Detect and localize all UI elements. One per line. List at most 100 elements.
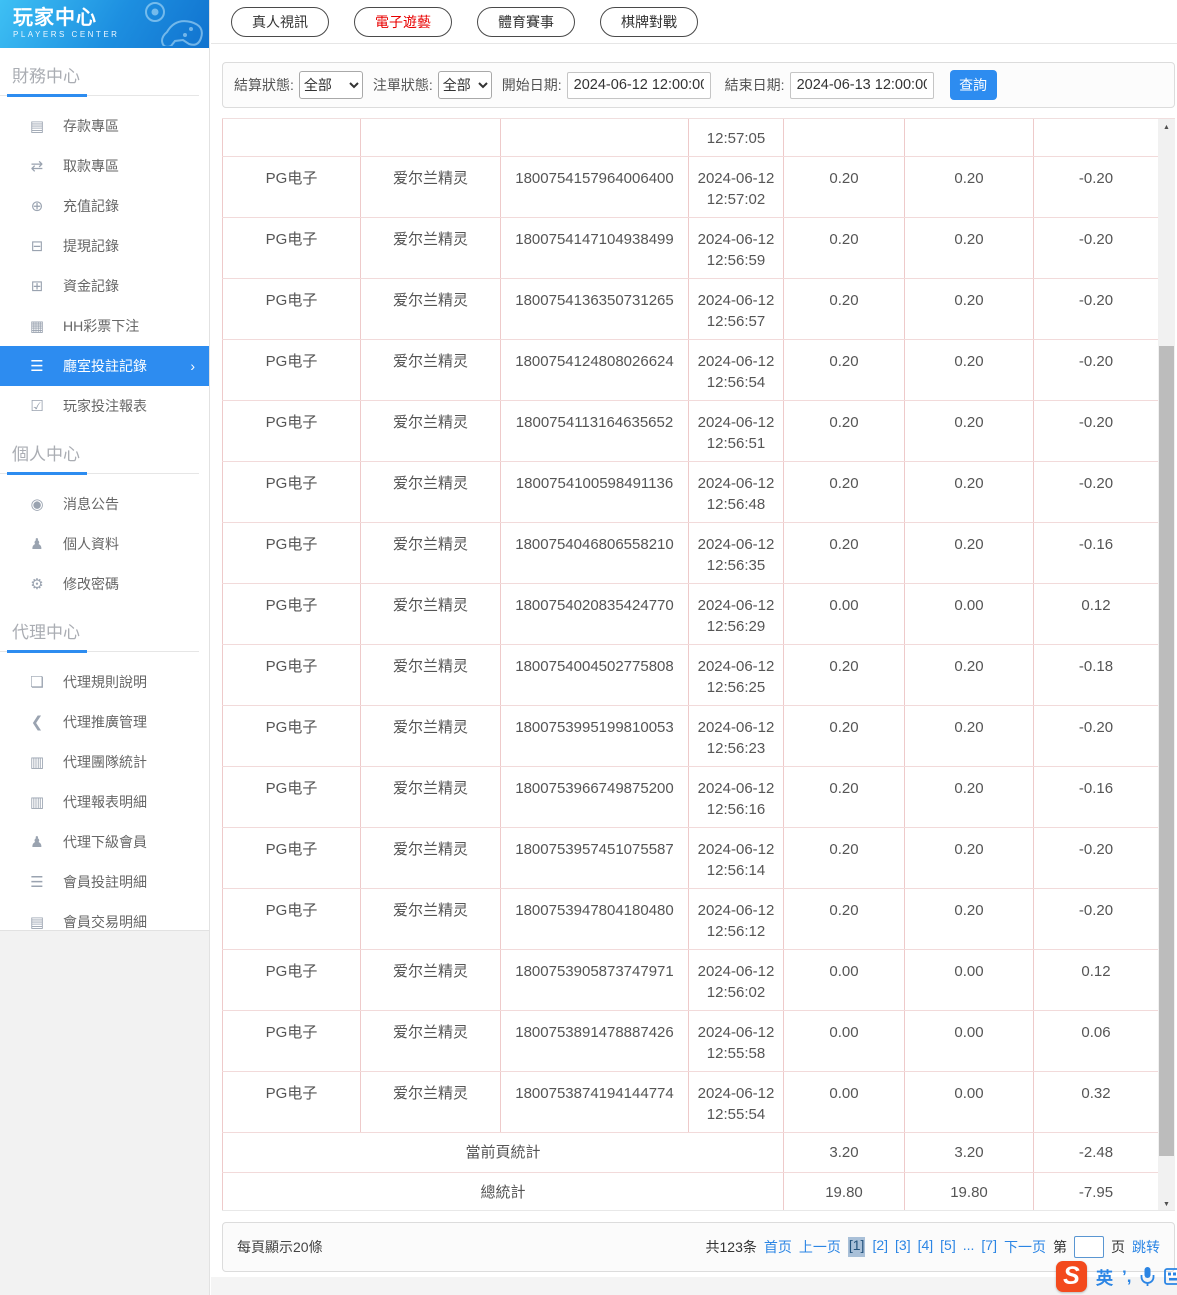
sidebar-item-announcement-bell[interactable]: ◉ 消息公告 › (0, 484, 209, 524)
cell-bet-amount: 0.00 (783, 583, 905, 645)
cell-platform: PG电子 (222, 1071, 361, 1133)
table-row-partial: 12:57:05 (222, 119, 1159, 157)
sidebar-item-deposit-card[interactable]: ▤ 存款專區 › (0, 106, 209, 146)
microphone-icon[interactable] (1140, 1266, 1155, 1287)
cell-order-id: 1800753947804180480 (500, 888, 689, 950)
start-date-input[interactable] (566, 71, 711, 99)
cell-order-id: 1800754046806558210 (500, 522, 689, 584)
sidebar-section-title: 代理中心 (12, 623, 80, 642)
sidebar-item-player-report[interactable]: ☑ 玩家投注報表 › (0, 386, 209, 426)
cell-platform: PG电子 (222, 1010, 361, 1072)
sidebar-section-title: 財務中心 (12, 67, 80, 86)
cell-datetime: 2024-06-12 12:55:54 (688, 1071, 784, 1133)
pagination-link[interactable]: 上一页 (799, 1237, 841, 1257)
member-transaction-icon: ▤ (29, 914, 45, 931)
sidebar-item-agent-promo-share[interactable]: ❮ 代理推廣管理 › (0, 702, 209, 742)
pagination-link[interactable]: [4] (918, 1237, 934, 1257)
scrollbar-thumb[interactable] (1159, 346, 1174, 1156)
sidebar-item-member-bet-detail[interactable]: ☰ 會員投註明細 › (0, 862, 209, 902)
bottom-background-strip (211, 1277, 1177, 1295)
sidebar-item-agent-report-detail[interactable]: ▥ 代理報表明細 › (0, 782, 209, 822)
sidebar-item-profile-person[interactable]: ♟ 個人資料 › (0, 524, 209, 564)
end-date-input[interactable] (789, 71, 934, 99)
ime-punctuation-toggle[interactable]: ’, (1122, 1267, 1131, 1287)
cell-valid-amount: 0.20 (904, 766, 1034, 828)
sidebar-item-withdrawal-record[interactable]: ⊟ 提現記錄 › (0, 226, 209, 266)
sidebar-item-agent-sub-members[interactable]: ♟ 代理下級會員 › (0, 822, 209, 862)
settle-status-select[interactable]: 全部 (298, 71, 363, 99)
sidebar-item-lottery-bet[interactable]: ▦ HH彩票下注 › (0, 306, 209, 346)
cell-datetime: 2024-06-12 12:57:02 (688, 156, 784, 218)
cell-bet (783, 119, 905, 157)
cell-datetime: 2024-06-12 12:56:29 (688, 583, 784, 645)
ime-toolbar: S 英 ’, (1056, 1261, 1177, 1292)
cell-platform: PG电子 (222, 705, 361, 767)
summary-valid-amount: 3.20 (904, 1132, 1034, 1173)
scroll-down-arrow-icon[interactable]: ▼ (1158, 1196, 1175, 1210)
query-button[interactable]: 查詢 (949, 70, 997, 100)
cell-datetime: 2024-06-12 12:56:14 (688, 827, 784, 889)
cell-game: 爱尔兰精灵 (360, 949, 501, 1011)
pagination-link[interactable]: [7] (981, 1237, 997, 1257)
pagination-link[interactable]: ... (963, 1237, 975, 1257)
order-status-select[interactable]: 全部 (437, 71, 492, 99)
gamepad-icon (145, 2, 203, 46)
sidebar-item-label: 會員投註明細 (63, 874, 147, 890)
vertical-scrollbar[interactable]: ▲ ▼ (1158, 119, 1175, 1210)
pagination-link[interactable]: 首页 (764, 1237, 792, 1257)
category-tab[interactable]: 電子遊藝 (354, 6, 452, 37)
sidebar-item-label: 會員交易明細 (63, 914, 147, 930)
cell-game: 爱尔兰精灵 (360, 400, 501, 462)
cell-order-id: 1800753874194144774 (500, 1071, 689, 1133)
sidebar-item-room-bet-record[interactable]: ☰ 廳室投註記錄 › (0, 346, 209, 386)
room-bet-record-icon: ☰ (30, 358, 44, 375)
order-status-label: 注單狀態: (372, 77, 433, 93)
agent-report-detail-icon: ▥ (29, 794, 45, 811)
cell-valid-amount: 0.20 (904, 522, 1034, 584)
cell-datetime: 2024-06-12 12:56:51 (688, 400, 784, 462)
sidebar-item-agent-rules-doc[interactable]: ❏ 代理規則說明 › (0, 662, 209, 702)
sidebar-item-agent-team-stats[interactable]: ▥ 代理團隊統計 › (0, 742, 209, 782)
cell-profit: -0.20 (1033, 217, 1159, 279)
end-date-label: 結束日期: (724, 77, 785, 93)
cell-game: 爱尔兰精灵 (360, 705, 501, 767)
cell-platform: PG电子 (222, 339, 361, 401)
cell-platform (222, 119, 361, 157)
pagination-link[interactable]: [1] (847, 1237, 866, 1257)
cell-bet-amount: 0.20 (783, 888, 905, 950)
table-row: PG电子 爱尔兰精灵 1800753957451075587 2024-06-1… (222, 827, 1159, 889)
sidebar-item-change-password-gear[interactable]: ⚙ 修改密碼 › (0, 564, 209, 604)
sidebar-section: 代理中心 ❏ 代理規則說明 › ❮ 代理推廣管理 › ▥ 代理團隊統計 › ▥ … (0, 604, 209, 942)
funds-record-icon: ⊞ (30, 278, 44, 295)
cell-profit: -0.16 (1033, 766, 1159, 828)
category-tab[interactable]: 體育賽事 (477, 6, 575, 37)
sidebar-item-withdraw-hand[interactable]: ⇄ 取款專區 › (0, 146, 209, 186)
sidebar-item-recharge-record[interactable]: ⊕ 充值記錄 › (0, 186, 209, 226)
sidebar-item-funds-record[interactable]: ⊞ 資金記錄 › (0, 266, 209, 306)
player-report-icon: ☑ (30, 398, 44, 415)
cell-platform: PG电子 (222, 156, 361, 218)
cell-game (360, 119, 501, 157)
category-tab[interactable]: 棋牌對戰 (600, 6, 698, 37)
section-divider (0, 650, 199, 653)
cell-datetime: 2024-06-12 12:56:35 (688, 522, 784, 584)
sidebar-section-title: 個人中心 (12, 445, 80, 464)
pagination-link[interactable]: [5] (940, 1237, 956, 1257)
cell-order-id: 1800753891478887426 (500, 1010, 689, 1072)
cell-bet-amount: 0.20 (783, 461, 905, 523)
jump-button[interactable]: 跳转 (1132, 1237, 1160, 1257)
cell-valid-amount: 0.20 (904, 461, 1034, 523)
ime-language-toggle[interactable]: 英 (1096, 1264, 1113, 1289)
sidebar-item-label: 取款專區 (63, 158, 119, 174)
pagination-link[interactable]: 下一页 (1004, 1237, 1046, 1257)
pagination-link[interactable]: [3] (895, 1237, 911, 1257)
table-row: PG电子 爱尔兰精灵 1800753995199810053 2024-06-1… (222, 705, 1159, 767)
keyboard-icon[interactable] (1164, 1268, 1177, 1285)
sogou-logo-icon[interactable]: S (1056, 1261, 1087, 1292)
agent-sub-members-icon: ♟ (30, 834, 44, 851)
pagination-link[interactable]: [2] (872, 1237, 888, 1257)
category-tab[interactable]: 真人視訊 (231, 6, 329, 37)
scroll-up-arrow-icon[interactable]: ▲ (1158, 119, 1175, 135)
page-jump-input[interactable] (1074, 1236, 1104, 1258)
withdraw-hand-icon: ⇄ (30, 158, 44, 175)
